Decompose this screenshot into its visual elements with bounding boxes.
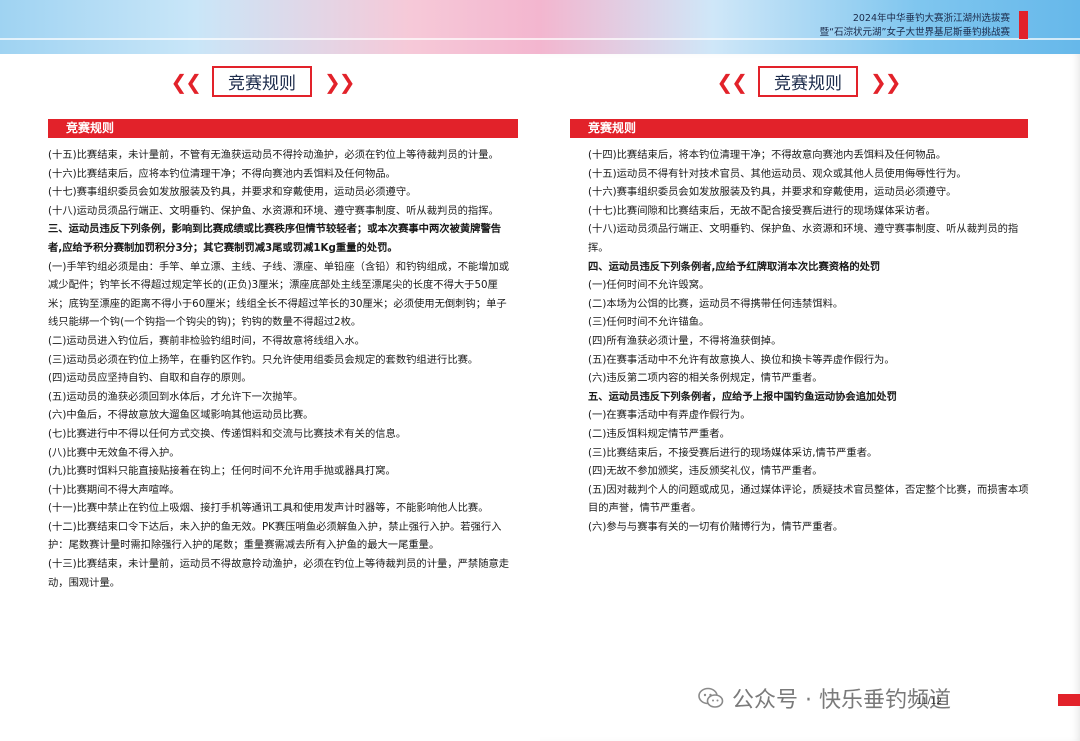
- left-heading-label: 竞赛规则: [212, 66, 312, 97]
- double-chevron-right-icon: ❯❯: [870, 69, 901, 94]
- rule-item: (十六)赛事组织委员会如发放服装及钓具，并要求和穿戴使用，运动员必须遵守。: [588, 186, 957, 199]
- rule-item: (十七)比赛间隙和比赛结束后，无故不配合接受赛后进行的现场媒体采访者。: [588, 204, 936, 217]
- header-accent-bar: [1019, 11, 1028, 39]
- rule-item: (五)因对裁判个人的问题或成见，通过媒体评论，质疑技术官员整体，否定整个比赛，而…: [588, 483, 1029, 515]
- double-chevron-left-icon: ❮❮: [716, 69, 747, 94]
- left-section-bar: 竞赛规则: [48, 119, 518, 138]
- left-rules-text: (十五)比赛结束，未计量前，不管有无渔获运动员不得拎动渔护，必须在钓位上等待裁判…: [48, 146, 514, 592]
- rule-item: (一)任何时间不允许毁窝。: [588, 279, 710, 292]
- header-line-1: 2024年中华垂钓大赛浙江湖州选拔赛: [852, 13, 1010, 24]
- rule-section-heading: 三、运动员违反下列条例，影响到比赛成绩或比赛秩序但情节较轻者；或本次赛事中两次被…: [48, 223, 502, 254]
- right-section-bar: 竞赛规则: [570, 119, 1028, 138]
- rule-item: (十)比赛期间不得大声喧哗。: [48, 483, 180, 496]
- left-page: ❮❮ 竞赛规则 ❯❯ 竞赛规则 (十五)比赛结束，未计量前，不管有无渔获运动员不…: [0, 54, 540, 741]
- right-page-heading: ❮❮ 竞赛规则 ❯❯: [538, 66, 1078, 97]
- double-chevron-left-icon: ❮❮: [170, 69, 201, 94]
- rule-item: (一)在赛事活动中有弄虚作假行为。: [588, 409, 751, 422]
- rule-item: (五)运动员的渔获必须回到水体后，才允许下一次抛竿。: [48, 390, 304, 403]
- left-page-heading: ❮❮ 竞赛规则 ❯❯: [0, 66, 532, 97]
- page-number: 11/12: [916, 697, 942, 707]
- rule-item: (十三)比赛结束，未计量前，运动员不得故意拎动渔护，必须在钓位上等待裁判员的计量…: [48, 558, 510, 589]
- watermark: 公众号 · 快乐垂钓频道: [698, 682, 951, 714]
- rule-item: (十七)赛事组织委员会如发放服装及钓具，并要求和穿戴使用，运动员必须遵守。: [48, 186, 417, 199]
- rule-item: (三)比赛结束后，不接受赛后进行的现场媒体采访,情节严重者。: [588, 446, 878, 459]
- right-page: ❮❮ 竞赛规则 ❯❯ 竞赛规则 (十四)比赛结束后，将本钓位清理干净；不得故意向…: [540, 54, 1080, 741]
- rule-item: (十八)运动员须品行端正、文明垂钓、保护鱼、水资源和环境、遵守赛事制度、听从裁判…: [588, 223, 1019, 254]
- rule-item: (十四)比赛结束后，将本钓位清理干净；不得故意向赛池内丢饵料及任何物品。: [588, 149, 947, 161]
- wechat-icon: [698, 687, 724, 709]
- rule-section-heading: 五、运动员违反下列条例者，应给予上报中国钓鱼运动协会追加处罚: [588, 390, 897, 403]
- rule-item: (十一)比赛中禁止在钓位上吸烟、接打手机等通讯工具和使用发声计时器等，不能影响他…: [48, 502, 489, 515]
- rule-item: (六)中鱼后，不得故意放大遛鱼区域影响其他运动员比赛。: [48, 409, 314, 422]
- rule-item: (四)所有渔获必须计量，不得将渔获倒掉。: [588, 334, 782, 347]
- rule-section-heading: 四、运动员违反下列条例者,应给予红牌取消本次比赛资格的处罚: [588, 260, 881, 273]
- rule-item: (十二)比赛结束口令下达后，未入护的鱼无效。PK赛压哨鱼必须解鱼入护，禁止强行入…: [48, 520, 502, 552]
- rule-item: (三)任何时间不允许锚鱼。: [588, 316, 710, 329]
- rule-item: (十六)比赛结束后，应将本钓位清理干净；不得向赛池内丢饵料及任何物品。: [48, 167, 396, 180]
- rule-item: (二)违反饵料规定情节严重者。: [588, 427, 730, 440]
- rule-item: (十五)比赛结束，未计量前，不管有无渔获运动员不得拎动渔护，必须在钓位上等待裁判…: [48, 149, 499, 161]
- page-corner-tab: [1058, 694, 1080, 706]
- rule-item: (二)运动员进入钓位后，赛前非检验钓组时间，不得故意将线组入水。: [48, 334, 365, 347]
- rule-item: (六)参与与赛事有关的一切有价赌博行为，情节严重者。: [588, 520, 844, 533]
- rule-item: (八)比赛中无效鱼不得入护。: [48, 446, 180, 459]
- rule-item: (五)在赛事活动中不允许有故意换人、换位和换卡等弄虚作假行为。: [588, 353, 895, 366]
- header-title: 2024年中华垂钓大赛浙江湖州选拔赛 暨“石淙状元湖”女子大世界基尼斯垂钓挑战赛: [820, 12, 1010, 40]
- rule-item: (二)本场为公饵的比赛，运动员不得携带任何违禁饵料。: [588, 297, 844, 310]
- header-line-2: 暨“石淙状元湖”女子大世界基尼斯垂钓挑战赛: [819, 27, 1010, 38]
- double-chevron-right-icon: ❯❯: [324, 69, 355, 94]
- rule-item: (十五)运动员不得有针对技术官员、其他运动员、观众或其他人员使用侮辱性行为。: [588, 167, 967, 180]
- right-heading-label: 竞赛规则: [758, 66, 858, 97]
- right-rules-text: (十四)比赛结束后，将本钓位清理干净；不得故意向赛池内丢饵料及任何物品。 (十五)…: [588, 146, 1030, 536]
- rule-item: (七)比赛进行中不得以任何方式交换、传递饵料和交流与比赛技术有关的信息。: [48, 427, 407, 440]
- rule-item: (十八)运动员须品行端正、文明垂钓、保护鱼、水资源和环境、遵守赛事制度、听从裁判…: [48, 204, 499, 217]
- rule-item: (四)运动员应坚持自钓、自取和自存的原则。: [48, 372, 252, 385]
- rule-item: (三)运动员必须在钓位上扬竿，在垂钓区作钓。只允许使用组委员会规定的套数钓组进行…: [48, 353, 479, 366]
- rule-item: (六)违反第二项内容的相关条例规定，情节严重者。: [588, 372, 823, 385]
- rule-item: (四)无故不参加颁奖，违反颁奖礼仪，情节严重者。: [588, 465, 823, 478]
- rule-item: (一)手竿钓组必须是由：手竿、单立漂、主线、子线、漂座、单铅座（含铅）和钓钩组成…: [48, 260, 510, 329]
- rule-item: (九)比赛时饵料只能直接贴接着在钩上；任何时间不允许用手抛或器具打窝。: [48, 465, 396, 478]
